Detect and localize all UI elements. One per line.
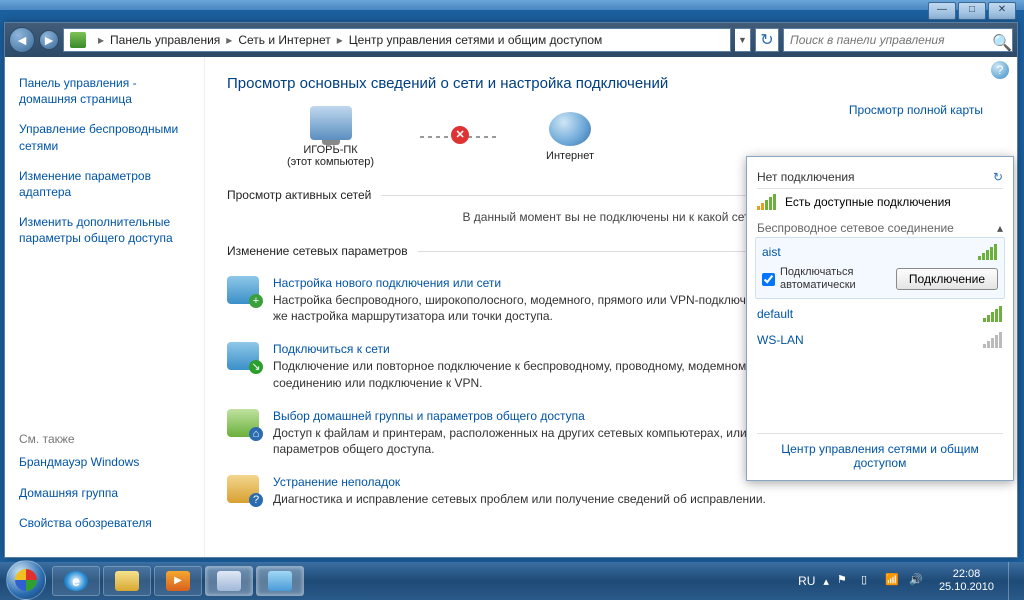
wifi-item-wslan[interactable]: WS-LAN — [757, 327, 1003, 353]
full-map-link[interactable]: Просмотр полной карты — [849, 103, 983, 117]
crumb-2[interactable]: Сеть и Интернет — [238, 33, 330, 47]
seealso-firewall[interactable]: Брандмауэр Windows — [19, 454, 190, 470]
flyout-available-label: Есть доступные подключения — [785, 195, 951, 209]
signal-weak-icon — [983, 332, 1003, 348]
search-icon: 🔍 — [992, 33, 1006, 47]
tray-chevron-icon[interactable]: ▴ — [823, 575, 829, 588]
node-pc-sublabel: (этот компьютер) — [287, 156, 374, 168]
node-internet-label: Интернет — [546, 150, 594, 162]
window-buttons: — □ ✕ — [928, 2, 1016, 20]
task-connect-link[interactable]: Подключиться к сети — [273, 342, 390, 356]
show-desktop-button[interactable] — [1008, 562, 1018, 600]
params-heading: Изменение сетевых параметров — [227, 244, 408, 258]
troubleshoot-icon — [227, 475, 259, 503]
seealso-homegroup[interactable]: Домашняя группа — [19, 485, 190, 501]
auto-connect-checkbox[interactable] — [762, 273, 775, 286]
breadcrumb[interactable]: ▸ Панель управления ▸ Сеть и Интернет ▸ … — [63, 28, 731, 52]
active-heading: Просмотр активных сетей — [227, 188, 371, 202]
node-this-pc: ИГОРЬ-ПК (этот компьютер) — [287, 106, 374, 168]
task-homegroup-desc: Доступ к файлам и принтерам, расположенн… — [273, 425, 813, 457]
broken-link-icon — [420, 136, 500, 138]
connect-button[interactable]: Подключение — [896, 268, 998, 290]
sidebar-seealso: См. также Брандмауэр Windows Домашняя гр… — [19, 432, 190, 545]
clock-date: 25.10.2010 — [939, 581, 994, 594]
taskbar-ie[interactable] — [52, 566, 100, 596]
sidebar: Панель управления - домашняя страница Уп… — [5, 57, 205, 557]
computer-icon — [310, 106, 352, 140]
maximize-button[interactable]: □ — [958, 2, 986, 20]
app-icon — [217, 571, 241, 591]
task-new-connection-desc: Настройка беспроводного, широкополосного… — [273, 292, 813, 324]
clock-time: 22:08 — [939, 568, 994, 581]
control-panel-icon — [268, 571, 292, 591]
flyout-category: Беспроводное сетевое соединение — [757, 221, 954, 235]
connect-icon — [227, 342, 259, 370]
taskbar-app-2[interactable] — [256, 566, 304, 596]
task-new-connection-link[interactable]: Настройка нового подключения или сети — [273, 276, 501, 290]
globe-icon — [549, 112, 591, 146]
system-tray: RU ▴ ⚑ ▯ 📶 🔊 22:08 25.10.2010 — [798, 562, 1018, 600]
wifi-name-wslan: WS-LAN — [757, 333, 804, 347]
start-button[interactable] — [6, 560, 46, 600]
signal-strong-icon — [978, 244, 998, 260]
sidebar-link-adapter[interactable]: Изменение параметров адаптера — [19, 168, 190, 200]
sidebar-link-wireless[interactable]: Управление беспроводными сетями — [19, 121, 190, 153]
chevron-up-icon[interactable]: ▴ — [997, 221, 1003, 235]
explorer-icon — [115, 571, 139, 591]
wifi-name-default: default — [757, 307, 793, 321]
nav-forward-button[interactable]: ► — [39, 30, 59, 50]
search-box[interactable]: 🔍 — [783, 28, 1013, 52]
taskbar: RU ▴ ⚑ ▯ 📶 🔊 22:08 25.10.2010 — [0, 562, 1024, 600]
tray-clock[interactable]: 22:08 25.10.2010 — [939, 568, 994, 593]
wifi-item-selected[interactable]: aist Подключаться автоматически Подключе… — [755, 237, 1005, 299]
signal-warning-icon — [757, 194, 777, 210]
crumb-dropdown-button[interactable]: ▼ — [735, 28, 751, 52]
auto-connect-label[interactable]: Подключаться автоматически — [762, 266, 882, 292]
crumb-1[interactable]: Панель управления — [110, 33, 220, 47]
mediaplayer-icon — [166, 571, 190, 591]
task-troubleshoot-desc: Диагностика и исправление сетевых пробле… — [273, 491, 766, 507]
seealso-internet-options[interactable]: Свойства обозревателя — [19, 515, 190, 531]
address-bar: ◄ ► ▸ Панель управления ▸ Сеть и Интерне… — [5, 23, 1017, 57]
node-internet: Интернет — [546, 112, 594, 162]
titlebar — [0, 0, 1024, 10]
tray-network-icon[interactable]: 📶 — [885, 573, 901, 589]
page-title: Просмотр основных сведений о сети и наст… — [227, 75, 995, 92]
close-button[interactable]: ✕ — [988, 2, 1016, 20]
sidebar-link-sharing[interactable]: Изменить дополнительные параметры общего… — [19, 214, 190, 246]
wifi-name-aist: aist — [762, 245, 781, 259]
seealso-heading: См. также — [19, 432, 190, 446]
homegroup-icon — [227, 409, 259, 437]
tray-flag-icon[interactable]: ⚑ — [837, 573, 853, 589]
tray-volume-icon[interactable]: 🔊 — [909, 573, 925, 589]
sidebar-home[interactable]: Панель управления - домашняя страница — [19, 75, 190, 107]
task-homegroup-link[interactable]: Выбор домашней группы и параметров общег… — [273, 409, 585, 423]
minimize-button[interactable]: — — [928, 2, 956, 20]
language-indicator[interactable]: RU — [798, 574, 815, 588]
taskbar-app-1[interactable] — [205, 566, 253, 596]
taskbar-explorer[interactable] — [103, 566, 151, 596]
taskbar-mediaplayer[interactable] — [154, 566, 202, 596]
crumb-3[interactable]: Центр управления сетями и общим доступом — [349, 33, 603, 47]
wifi-flyout: Нет подключения ↻ Есть доступные подключ… — [746, 156, 1014, 481]
search-input[interactable] — [790, 33, 992, 47]
flyout-footer-link[interactable]: Центр управления сетями и общим доступом — [781, 442, 978, 470]
flyout-no-connection: Нет подключения — [757, 170, 855, 184]
task-troubleshoot-link[interactable]: Устранение неполадок — [273, 475, 400, 489]
refresh-button[interactable]: ↻ — [755, 28, 779, 52]
node-pc-label: ИГОРЬ-ПК — [287, 144, 374, 156]
control-panel-icon — [70, 32, 86, 48]
new-connection-icon — [227, 276, 259, 304]
flyout-refresh-button[interactable]: ↻ — [993, 170, 1003, 184]
signal-strong-icon — [983, 306, 1003, 322]
nav-back-button[interactable]: ◄ — [9, 27, 35, 53]
task-connect-desc: Подключение или повторное подключение к … — [273, 358, 813, 390]
tray-battery-icon[interactable]: ▯ — [861, 573, 877, 589]
wifi-item-default[interactable]: default — [757, 301, 1003, 327]
ie-icon — [64, 571, 88, 591]
